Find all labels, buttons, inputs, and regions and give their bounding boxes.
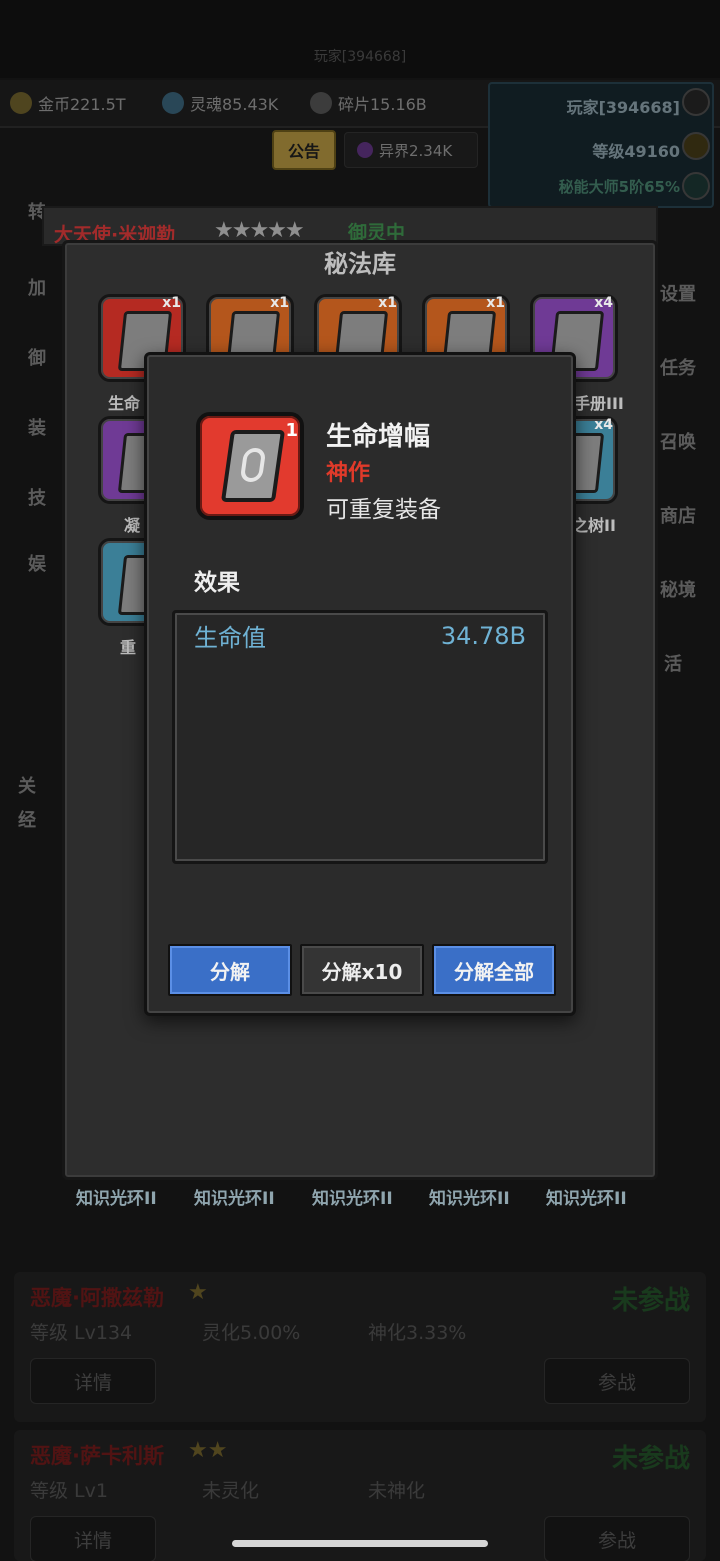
aura-item[interactable]: 知识光环II [546, 1184, 627, 1209]
slot-label: 凝 [124, 516, 141, 535]
item-count: 1 [285, 420, 298, 441]
item-grade: 神作 [326, 461, 371, 486]
item-name: 生命增幅 [326, 422, 431, 452]
decompose-button[interactable]: 分解 [168, 944, 292, 996]
stat-value: 34.78B [440, 622, 526, 650]
slot-label: 手册III [574, 394, 624, 413]
stat-name: 生命值 [194, 624, 266, 652]
slot-label: 之树II [572, 516, 616, 535]
slot-label: 生命 [108, 394, 141, 413]
effect-title: 效果 [194, 570, 240, 596]
library-title: 秘法库 [324, 250, 396, 278]
item-icon: 1 [196, 412, 304, 520]
aura-item[interactable]: 知识光环II [76, 1184, 157, 1209]
decompose-x10-button[interactable]: 分解x10 [300, 944, 424, 996]
aura-item[interactable]: 知识光环II [429, 1184, 510, 1209]
item-repeatable: 可重复装备 [326, 497, 441, 523]
home-indicator[interactable] [232, 1540, 488, 1547]
decompose-all-button[interactable]: 分解全部 [432, 944, 556, 996]
slot-label: 重 [120, 638, 137, 657]
aura-item[interactable]: 知识光环II [312, 1184, 393, 1209]
aura-item[interactable]: 知识光环II [194, 1184, 275, 1209]
